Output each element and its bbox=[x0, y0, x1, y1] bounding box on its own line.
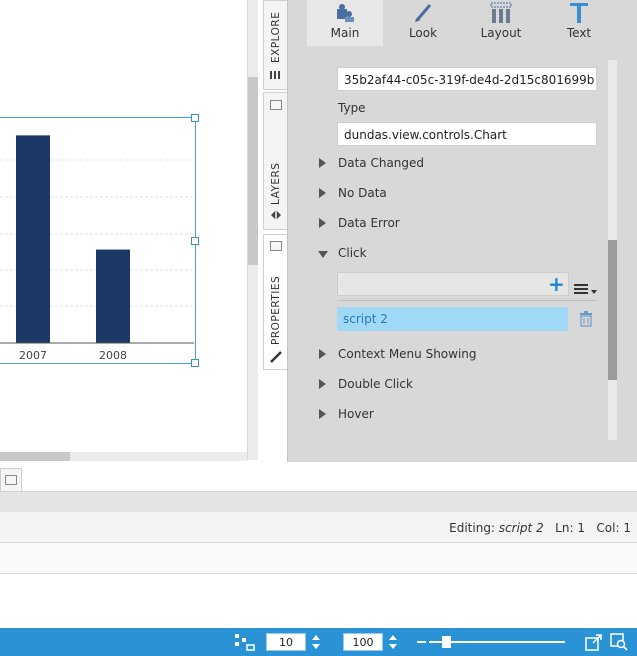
event-double-click[interactable]: Double Click bbox=[338, 377, 413, 391]
grid-size-stepper-icon[interactable] bbox=[311, 634, 321, 650]
expand-arrow-icon[interactable] bbox=[319, 409, 326, 419]
toolbar-look-button[interactable]: Look bbox=[385, 0, 461, 46]
status-bar: 10 100 bbox=[0, 628, 637, 656]
expand-arrow-icon[interactable] bbox=[319, 379, 326, 389]
resize-handle-bottom-right[interactable] bbox=[191, 359, 199, 367]
zoom-input[interactable]: 100 bbox=[343, 633, 383, 651]
toolbar-layout-button[interactable]: Layout bbox=[463, 0, 539, 46]
script-list-header bbox=[337, 272, 569, 296]
layers-icon bbox=[271, 210, 281, 220]
toolbar-text-label: Text bbox=[566, 26, 592, 40]
type-label: Type bbox=[338, 101, 366, 115]
toolbar-text-button[interactable]: Text bbox=[541, 0, 617, 46]
expand-arrow-icon[interactable] bbox=[319, 158, 326, 168]
expand-arrow-icon[interactable] bbox=[319, 188, 326, 198]
zoom-slider-thumb[interactable] bbox=[441, 636, 451, 648]
grid-size-input[interactable]: 10 bbox=[266, 633, 306, 651]
expand-arrow-icon[interactable] bbox=[319, 218, 326, 228]
column-label: Col: bbox=[596, 521, 620, 535]
tab-properties-label: PROPERTIES bbox=[270, 275, 282, 345]
event-hover[interactable]: Hover bbox=[338, 407, 374, 421]
dock-icon[interactable] bbox=[270, 241, 282, 251]
pencil-icon bbox=[270, 351, 282, 363]
toolbar-layout-label: Layout bbox=[480, 26, 522, 40]
snap-grid-icon[interactable] bbox=[234, 633, 256, 651]
event-context-menu-showing[interactable]: Context Menu Showing bbox=[338, 347, 477, 361]
toolbar-main-button[interactable]: Main bbox=[307, 0, 383, 46]
tab-explore-label: EXPLORE bbox=[270, 11, 282, 63]
id-field[interactable]: 35b2af44-c05c-319f-de4d-2d15c801699b bbox=[337, 67, 597, 91]
editing-script-name: script 2 bbox=[498, 521, 544, 535]
dock-icon[interactable] bbox=[270, 100, 282, 110]
layout-columns-icon bbox=[490, 2, 512, 23]
tab-layers[interactable]: LAYERS bbox=[263, 92, 288, 230]
zoom-slider[interactable] bbox=[429, 636, 565, 648]
trash-icon[interactable] bbox=[579, 311, 593, 327]
toolbar-look-label: Look bbox=[408, 26, 438, 40]
type-field[interactable]: dundas.view.controls.Chart bbox=[337, 122, 597, 146]
column-number: 1 bbox=[623, 521, 631, 535]
event-data-error[interactable]: Data Error bbox=[338, 216, 400, 230]
puzzle-icon bbox=[337, 4, 354, 22]
menu-icon[interactable] bbox=[574, 284, 588, 294]
event-no-data[interactable]: No Data bbox=[338, 186, 387, 200]
zoom-out-icon[interactable] bbox=[417, 641, 426, 643]
event-data-changed[interactable]: Data Changed bbox=[338, 156, 424, 170]
tab-explore[interactable]: EXPLORE bbox=[263, 0, 288, 90]
zoom-fit-icon[interactable] bbox=[610, 633, 628, 651]
editing-label: Editing: bbox=[449, 521, 495, 535]
script-list-divider bbox=[337, 300, 597, 301]
text-t-icon bbox=[570, 3, 588, 23]
editor-tab-strip bbox=[0, 491, 637, 512]
event-click[interactable]: Click bbox=[338, 246, 367, 260]
script-editor[interactable] bbox=[0, 543, 637, 574]
resize-handle-top-right[interactable] bbox=[191, 114, 199, 122]
dropdown-corner-icon bbox=[591, 290, 597, 294]
canvas-vertical-scroll-thumb[interactable] bbox=[248, 77, 258, 265]
paintbrush-icon bbox=[415, 4, 432, 22]
cube-icon bbox=[270, 71, 281, 79]
dashboard-canvas[interactable]: 2007 2008 bbox=[0, 0, 248, 460]
script-item-selected[interactable]: script 2 bbox=[337, 307, 568, 331]
collapse-arrow-icon[interactable] bbox=[318, 251, 328, 258]
add-icon[interactable]: + bbox=[548, 274, 565, 294]
canvas-horizontal-scroll-thumb[interactable] bbox=[0, 452, 70, 461]
tab-layers-label: LAYERS bbox=[270, 162, 282, 205]
line-label: Ln: bbox=[555, 521, 574, 535]
editor-dock-button[interactable] bbox=[0, 468, 22, 492]
zoom-stepper-icon[interactable] bbox=[388, 634, 398, 650]
tab-properties[interactable]: PROPERTIES bbox=[263, 234, 288, 370]
dock-icon bbox=[5, 475, 17, 485]
resize-handle-right[interactable] bbox=[191, 237, 199, 245]
toolbar-main-label: Main bbox=[330, 26, 360, 40]
line-number: 1 bbox=[577, 521, 585, 535]
expand-arrow-icon[interactable] bbox=[319, 349, 326, 359]
properties-scroll-thumb[interactable] bbox=[608, 240, 617, 380]
fit-to-screen-icon[interactable] bbox=[585, 633, 603, 651]
chart-selection-box[interactable] bbox=[0, 117, 196, 364]
editor-status-line: Editing: script 2 Ln: 1 Col: 1 bbox=[0, 512, 637, 543]
